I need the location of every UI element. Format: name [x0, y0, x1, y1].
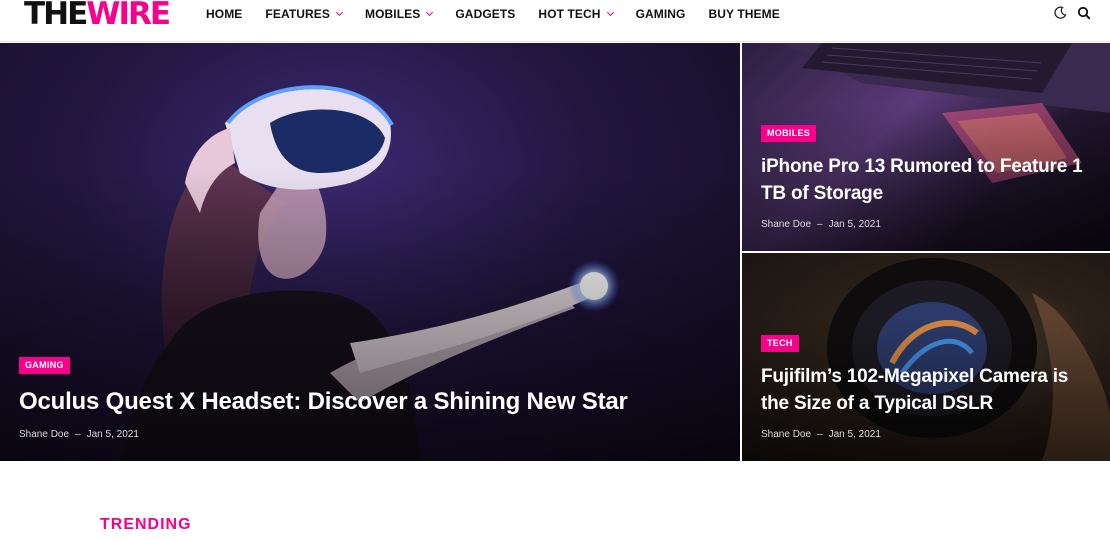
post-author[interactable]: Shane Doe [19, 429, 69, 440]
post-date: Jan 5, 2021 [828, 429, 881, 440]
meta-separator: – [817, 429, 823, 440]
nav-gaming-label: GAMING [635, 7, 686, 21]
meta-separator: – [75, 429, 81, 440]
hero-post[interactable]: GAMING Oculus Quest X Headset: Discover … [0, 43, 740, 461]
nav-buy-theme[interactable]: BUY THEME [709, 7, 780, 21]
post-title[interactable]: iPhone Pro 13 Rumored to Feature 1 TB of… [761, 153, 1101, 207]
chevron-down-icon [426, 8, 434, 17]
nav-gadgets-label: GADGETS [455, 7, 516, 21]
chevron-down-icon [606, 8, 614, 17]
logo-the: THE [24, 0, 88, 32]
nav-home-label: HOME [206, 7, 243, 21]
category-badge[interactable]: GAMING [19, 357, 70, 374]
nav-home[interactable]: HOME [206, 7, 242, 21]
logo-wire: WIRE [86, 0, 171, 32]
post-meta: Shane Doe – Jan 5, 2021 [761, 429, 881, 440]
moon-icon[interactable] [1053, 6, 1067, 20]
hero-overlay [0, 168, 740, 461]
nav-mobiles-label: MOBILES [365, 7, 421, 21]
nav-buy-theme-label: BUY THEME [708, 7, 780, 21]
post-meta: Shane Doe – Jan 5, 2021 [19, 429, 139, 440]
nav-gaming[interactable]: GAMING [636, 7, 686, 21]
side-post[interactable]: MOBILES iPhone Pro 13 Rumored to Feature… [742, 43, 1110, 251]
post-title[interactable]: Fujifilm’s 102-Megapixel Camera is the S… [761, 363, 1101, 417]
search-icon[interactable] [1077, 6, 1091, 20]
site-header: THEWIRE HOME FEATURES MOBILES GADGETS HO… [0, 0, 1110, 42]
category-badge[interactable]: TECH [761, 335, 799, 352]
category-badge[interactable]: MOBILES [761, 125, 817, 142]
post-author[interactable]: Shane Doe [761, 429, 811, 440]
nav-hot-tech-label: HOT TECH [538, 7, 601, 21]
chevron-down-icon [335, 8, 344, 17]
post-meta: Shane Doe – Jan 5, 2021 [761, 219, 881, 230]
post-date: Jan 5, 2021 [828, 219, 881, 230]
trending-heading: TRENDING [100, 516, 192, 533]
post-date: Jan 5, 2021 [86, 429, 139, 440]
nav-gadgets[interactable]: GADGETS [455, 7, 515, 21]
post-title[interactable]: Oculus Quest X Headset: Discover a Shini… [19, 387, 628, 417]
nav-hot-tech[interactable]: HOT TECH [538, 7, 614, 21]
meta-separator: – [817, 219, 823, 230]
site-logo[interactable]: THEWIRE [24, 0, 171, 32]
post-author[interactable]: Shane Doe [761, 219, 811, 230]
side-post[interactable]: TECH Fujifilm’s 102-Megapixel Camera is … [742, 253, 1110, 461]
nav-mobiles[interactable]: MOBILES [365, 7, 434, 21]
nav-features[interactable]: FEATURES [265, 7, 344, 21]
nav-features-label: FEATURES [265, 7, 330, 21]
main-nav: HOME FEATURES MOBILES GADGETS HOT TECH G… [206, 0, 803, 28]
